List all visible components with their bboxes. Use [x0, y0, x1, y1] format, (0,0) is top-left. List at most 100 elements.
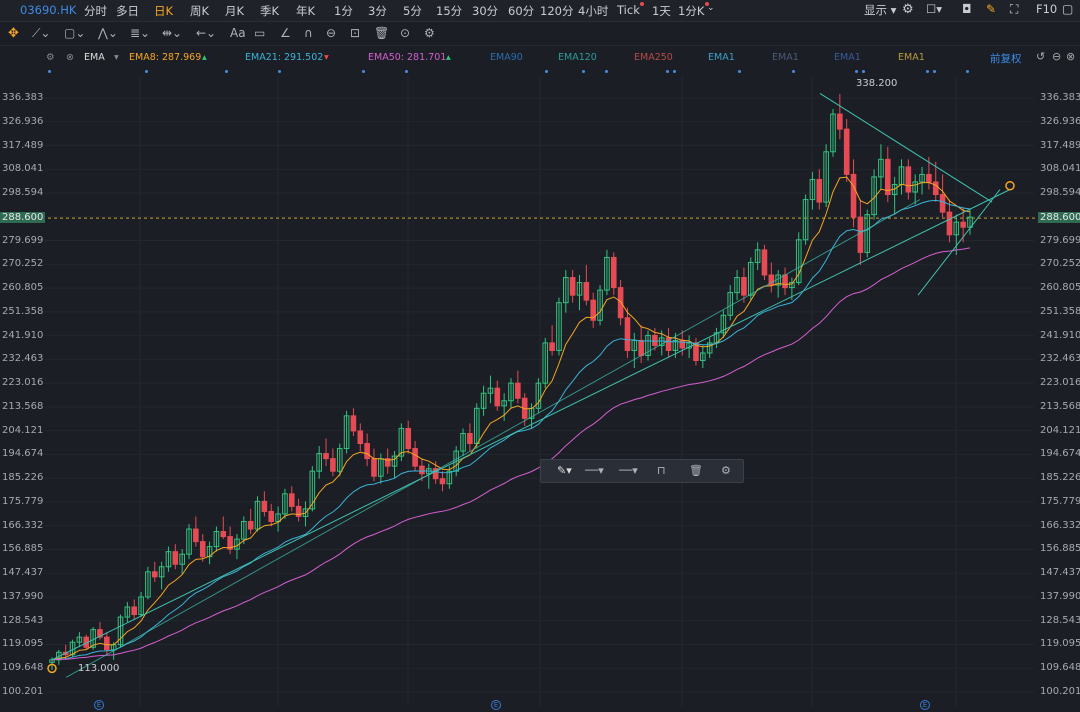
line-width-select[interactable]: ──▾	[585, 464, 604, 477]
marker-dot	[545, 70, 548, 73]
ema21-value: EMA21: 291.502	[245, 52, 324, 63]
line-tool-icon[interactable]: ⟋⌄	[32, 26, 50, 41]
price-tick-label: 204.121	[1040, 424, 1080, 436]
arrow-tool-icon[interactable]: ←⌄	[196, 26, 216, 40]
interval-5min[interactable]: 5分	[403, 3, 422, 19]
candle-body	[843, 128, 850, 175]
candle-body	[172, 551, 179, 565]
interval-1day[interactable]: 1天	[652, 3, 671, 19]
angle-tool-icon[interactable]: ∠	[280, 26, 291, 40]
candle-body	[494, 387, 501, 407]
interval-yearly[interactable]: 年K	[296, 3, 315, 19]
gear-icon[interactable]: ⚙	[46, 52, 55, 63]
interval-4h[interactable]: 4小时	[578, 3, 608, 19]
candle-body	[638, 339, 644, 356]
indicator-name[interactable]: EMA	[84, 52, 105, 63]
ema250-label: EMA250	[634, 52, 673, 63]
candle-body	[549, 342, 555, 351]
chevron-down-icon[interactable]: ⌄	[707, 3, 715, 13]
ema21-line	[51, 199, 971, 661]
magnet-icon[interactable]: ∩	[304, 26, 313, 40]
price-tick-label: 241.910	[2, 329, 44, 341]
price-tick-label: 109.648	[1040, 662, 1080, 674]
channel-tool-icon[interactable]: ⋀⌄	[98, 26, 118, 40]
lock-icon[interactable]: ⊓	[657, 464, 666, 477]
candle-body	[939, 194, 946, 213]
candle-body	[960, 221, 966, 228]
lock-icon[interactable]: ⊡	[350, 26, 360, 40]
ema90-label: EMA90	[490, 52, 523, 63]
interval-intraday[interactable]: 分时	[84, 3, 107, 19]
candle-body	[610, 256, 617, 289]
interval-1minK[interactable]: 1分K	[678, 3, 704, 19]
trash-icon[interactable]: 🗑	[689, 464, 703, 477]
interval-weekly[interactable]: 周K	[190, 3, 209, 19]
f10-button[interactable]: F10	[1036, 2, 1057, 16]
candle-body	[412, 448, 418, 467]
anchor-point-icon	[1005, 180, 1015, 191]
ema50-value: EMA50: 281.701	[368, 52, 447, 63]
undo-icon[interactable]: ↺	[1036, 50, 1045, 63]
marker-dot	[933, 70, 936, 73]
measure-tool-icon[interactable]: ⇹⌄	[162, 26, 182, 40]
gear-icon[interactable]: ⚙	[902, 2, 914, 17]
price-tick-label: 119.095	[1040, 638, 1080, 650]
trash-icon[interactable]: 🗑	[374, 26, 389, 40]
candle-body	[617, 287, 624, 319]
close-icon[interactable]: ⊗	[1066, 50, 1075, 63]
event-marker-icon[interactable]: E	[920, 700, 930, 710]
price-tick-label: 109.648	[2, 662, 44, 674]
price-tick-label: 166.332	[2, 519, 44, 531]
price-tick-label: 175.779	[2, 495, 44, 507]
interval-1min[interactable]: 1分	[334, 3, 353, 19]
pencil-icon[interactable]: ✎	[986, 2, 996, 16]
settings-circle-icon[interactable]: ⊖	[1052, 50, 1061, 63]
price-tick-label: 317.489	[2, 139, 44, 151]
close-icon[interactable]: ⊗	[66, 52, 74, 63]
price-tick-label: 185.226	[1040, 472, 1080, 484]
interval-multiday[interactable]: 多日	[116, 3, 139, 19]
interval-monthly[interactable]: 月K	[225, 3, 244, 19]
adjust-mode-button[interactable]: 前复权	[990, 51, 1022, 66]
interval-3min[interactable]: 3分	[368, 3, 387, 19]
interval-120min[interactable]: 120分	[540, 3, 573, 19]
interval-daily[interactable]: 日K	[154, 3, 173, 19]
chevron-down-icon[interactable]: ▾	[114, 52, 119, 63]
candle-body	[837, 113, 843, 130]
interval-quarterly[interactable]: 季K	[260, 3, 279, 19]
visibility-icon[interactable]: ⊙	[400, 26, 410, 40]
event-marker-icon[interactable]: E	[94, 700, 104, 710]
display-menu[interactable]: 显示 ▾	[864, 2, 896, 18]
candle-body	[569, 277, 576, 296]
line-style-select[interactable]: ──▾	[619, 464, 638, 477]
event-marker-icon[interactable]: E	[491, 700, 501, 710]
gear-icon[interactable]: ⚙	[721, 464, 731, 477]
hide-drawings-icon[interactable]: ⊖	[326, 26, 336, 40]
camera-icon[interactable]: ◘	[962, 2, 972, 16]
candle-body	[131, 606, 138, 616]
window-icon[interactable]: ▢	[1062, 2, 1073, 16]
settings-small-icon[interactable]: ⚙	[424, 26, 435, 40]
ema1-label: EMA1	[834, 52, 861, 63]
price-tick-label: 251.358	[2, 305, 44, 317]
marker-dot	[582, 70, 585, 73]
fullscreen-icon[interactable]: ⛶	[1010, 2, 1018, 17]
interval-60min[interactable]: 60分	[508, 3, 534, 19]
candle-body	[104, 636, 110, 651]
text-tool-icon[interactable]: Aa	[230, 26, 246, 40]
interval-tick[interactable]: Tick	[617, 3, 640, 17]
symbol-label[interactable]: 03690.HK	[20, 3, 76, 17]
layout-icon[interactable]: ☐▾	[926, 2, 942, 16]
candle-body	[199, 541, 206, 558]
interval-30min[interactable]: 30分	[472, 3, 498, 19]
rect-tool-icon[interactable]: ▢⌄	[64, 26, 85, 40]
candle-body	[583, 282, 590, 301]
candlestick-chart[interactable]	[0, 76, 1080, 712]
brush-icon[interactable]: ✎▾	[557, 464, 572, 477]
fib-tool-icon[interactable]: ≣⌄	[130, 26, 150, 40]
marker-dot	[926, 70, 929, 73]
crosshair-icon[interactable]: ✥	[8, 26, 19, 41]
comment-tool-icon[interactable]: ▭	[254, 26, 265, 40]
interval-15min[interactable]: 15分	[436, 3, 462, 19]
price-axis-right: 336.383326.936317.489308.041298.594289.1…	[1036, 84, 1080, 704]
